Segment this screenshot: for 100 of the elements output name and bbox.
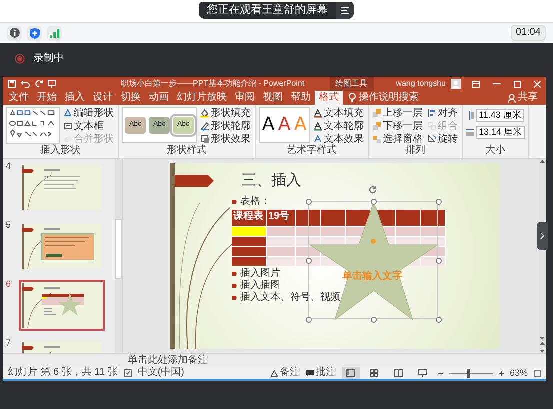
send-backward-icon	[373, 122, 381, 131]
rotate-icon	[428, 135, 436, 144]
group-label: 插入形状	[40, 146, 82, 158]
resize-handle[interactable]	[436, 199, 442, 205]
close-icon[interactable]	[534, 80, 541, 88]
group-label: 排列	[404, 146, 426, 158]
ribbon-command[interactable]: 旋转	[427, 133, 459, 146]
menu-button[interactable]	[336, 2, 354, 19]
ribbon-tab[interactable]: 视图	[259, 91, 287, 105]
text-fill-icon	[314, 109, 322, 118]
size-field[interactable]: 11.43 厘米	[476, 109, 524, 122]
ribbon-tab[interactable]: 审阅	[231, 91, 259, 105]
save-icon[interactable]	[8, 80, 16, 88]
lightbulb-icon	[349, 93, 356, 103]
security-button[interactable]	[27, 26, 42, 40]
info-button[interactable]	[7, 26, 22, 40]
ribbon-tab[interactable]: 幻灯片放映	[173, 91, 231, 105]
ribbon-command[interactable]: 对齐	[427, 107, 459, 120]
scrollbar[interactable]	[115, 159, 122, 353]
ribbon-command[interactable]: 编辑形状	[63, 107, 115, 120]
table-cell	[232, 247, 266, 256]
ribbon-tab[interactable]: 设计	[89, 91, 117, 105]
table-cell	[296, 237, 320, 246]
recording-status: 录制中	[34, 52, 64, 66]
restore-icon[interactable]	[514, 80, 521, 88]
scroll-arrows-icon[interactable]	[540, 337, 545, 353]
table-cell	[421, 210, 446, 226]
ribbon-command[interactable]: 文本填充	[313, 107, 365, 120]
ribbon-tab[interactable]: 文件	[5, 91, 33, 105]
zoom-level[interactable]: 63%	[510, 368, 528, 378]
table-cell	[421, 257, 446, 266]
ribbon-tab[interactable]: 动画	[145, 91, 173, 105]
network-button[interactable]	[47, 26, 62, 40]
slide-counter: 幻灯片 第 6 张，共 11 张	[8, 368, 118, 378]
table-cell	[320, 210, 345, 226]
resize-handle[interactable]	[306, 317, 312, 323]
rotate-handle[interactable]	[368, 185, 378, 195]
undo-icon[interactable]	[21, 80, 30, 88]
ribbon-tab[interactable]: 插入	[61, 91, 89, 105]
text-outline-icon	[314, 122, 322, 131]
table-cell	[232, 227, 266, 236]
slide-thumbnail[interactable]	[19, 280, 105, 331]
resize-handle[interactable]	[436, 317, 442, 323]
ribbon-command[interactable]: 形状填充	[200, 107, 252, 120]
ribbon-tab[interactable]: 开始	[33, 91, 61, 105]
bullet-icon	[232, 284, 236, 288]
ribbon-command[interactable]: 文本框	[63, 120, 115, 133]
presentation-icon[interactable]	[48, 80, 56, 88]
ribbon-command[interactable]: 选择窗格	[372, 133, 424, 146]
ribbon-command[interactable]: 上移一层	[372, 107, 424, 120]
slide-number: 4	[6, 162, 12, 173]
person-icon	[508, 94, 516, 102]
side-panel-toggle[interactable]	[537, 222, 548, 250]
minimize-icon[interactable]	[493, 83, 501, 85]
zoom-in-icon[interactable]	[498, 370, 504, 376]
ribbon-tab[interactable]: 帮助	[287, 91, 315, 105]
ribbon-options-icon[interactable]	[472, 80, 480, 88]
meeting-timer: 01:04	[510, 25, 546, 41]
ribbon-command[interactable]: 下移一层	[372, 120, 424, 133]
info-icon	[10, 28, 20, 38]
view-button[interactable]	[342, 367, 360, 379]
notes-button[interactable]: 备注	[270, 368, 300, 378]
ribbon-tab[interactable]: 切换	[117, 91, 145, 105]
wordart-style[interactable]: A	[278, 116, 291, 134]
ribbon-command[interactable]: 文本效果	[313, 133, 365, 146]
group-label: 形状样式	[166, 146, 208, 158]
table-cell	[346, 210, 370, 226]
notes-field[interactable]: 单击此处添加备注	[128, 356, 208, 366]
redo-icon[interactable]	[35, 80, 43, 88]
tell-me-search[interactable]: 操作说明搜索	[359, 93, 419, 103]
table-cell	[266, 227, 294, 236]
language-status[interactable]: 中文(中国)	[138, 368, 185, 378]
resize-handle[interactable]	[370, 199, 376, 205]
reading-view-icon	[394, 369, 404, 377]
slide-thumbnail[interactable]	[19, 162, 105, 213]
pen-icon	[201, 122, 209, 131]
slide-number: 5	[6, 221, 12, 232]
resize-handle[interactable]	[306, 199, 312, 205]
notes-icon	[270, 370, 278, 376]
resize-handle[interactable]	[370, 317, 376, 323]
ribbon-command[interactable]: 文本轮廓	[313, 120, 365, 133]
table-cell	[266, 247, 294, 256]
comments-button[interactable]: 批注	[306, 368, 336, 378]
bullet-text: 表格：	[240, 197, 270, 207]
slide-number: 6	[6, 280, 12, 291]
zoom-out-icon[interactable]	[438, 370, 443, 376]
table-cell	[296, 257, 320, 266]
ribbon-command[interactable]: 形状效果	[200, 133, 252, 146]
size-field[interactable]: 13.14 厘米	[476, 126, 526, 139]
slider-thumb[interactable]	[467, 368, 470, 378]
normal-view-icon	[346, 369, 356, 377]
slide-thumbnail[interactable]	[19, 221, 105, 272]
adjust-handle[interactable]	[370, 239, 376, 244]
share-button[interactable]: 共享	[508, 93, 538, 103]
ribbon-tab[interactable]: 格式	[315, 91, 343, 105]
ribbon-command[interactable]: 形状轮廓	[200, 120, 252, 133]
fit-slide-icon[interactable]	[534, 370, 541, 376]
shape-gallery[interactable]	[6, 107, 60, 144]
table-cell: 课程表	[232, 210, 266, 226]
wordart-style[interactable]: A	[262, 116, 275, 134]
